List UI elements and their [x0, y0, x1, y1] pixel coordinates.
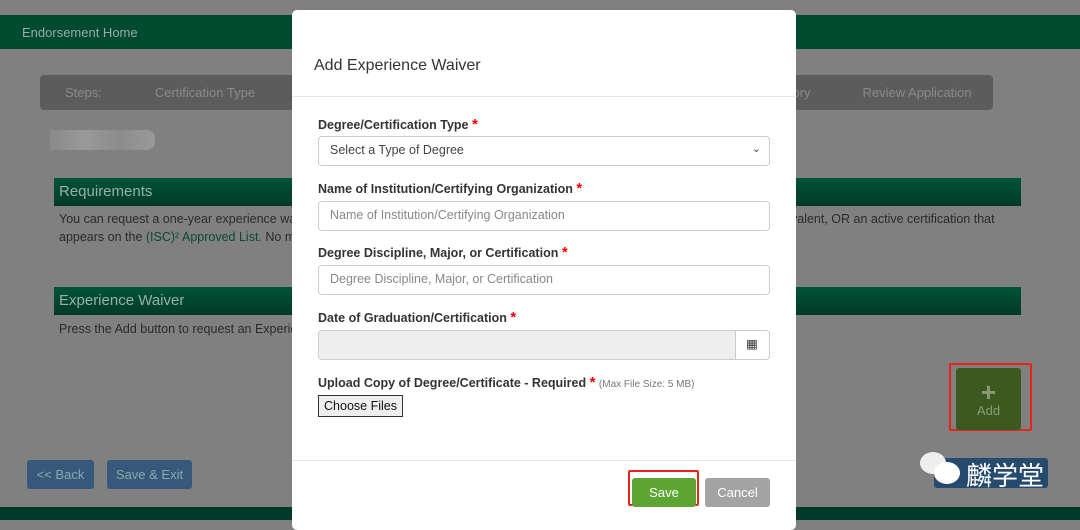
back-button[interactable]: << Back [27, 460, 94, 489]
save-exit-button[interactable]: Save & Exit [107, 460, 192, 489]
divider [292, 96, 796, 97]
step-review-application[interactable]: Review Application [811, 85, 997, 100]
degree-type-select[interactable]: Select a Type of Degree ⌄ [318, 136, 770, 166]
required-mark: * [589, 374, 596, 391]
label-text: Date of Graduation/Certification [318, 311, 507, 325]
label-text: Degree Discipline, Major, or Certificati… [318, 246, 559, 260]
required-mark: * [472, 116, 478, 133]
required-mark: * [510, 309, 517, 326]
add-button[interactable]: + Add [956, 368, 1021, 430]
add-label: Add [976, 402, 1001, 418]
field-label: Date of Graduation/Certification * [318, 309, 516, 326]
discipline-input[interactable]: Degree Discipline, Major, or Certificati… [318, 265, 770, 295]
cancel-button[interactable]: Cancel [705, 478, 770, 507]
field-label: Upload Copy of Degree/Certificate - Requ… [318, 374, 695, 391]
blurred-name [50, 130, 155, 150]
choose-files-button[interactable]: Choose Files [318, 395, 403, 417]
select-value: Select a Type of Degree [330, 143, 464, 157]
steps-label: Steps: [65, 85, 102, 100]
field-label: Degree Discipline, Major, or Certificati… [318, 244, 568, 261]
approved-list-link[interactable]: (ISC)² Approved List [146, 230, 259, 244]
add-experience-waiver-dialog: Add Experience Waiver Degree/Certificati… [292, 10, 796, 530]
file-size-note: (Max File Size: 5 MB) [598, 379, 695, 390]
institution-input[interactable]: Name of Institution/Certifying Organizat… [318, 201, 770, 231]
graduation-date-input[interactable] [318, 330, 736, 360]
label-text: Degree/Certification Type [318, 118, 469, 132]
label-text: Name of Institution/Certifying Organizat… [318, 182, 573, 196]
save-button[interactable]: Save [632, 478, 696, 507]
text: valent, OR an active certification that [791, 212, 995, 226]
required-mark: * [561, 244, 568, 261]
required-mark: * [576, 180, 583, 197]
plus-icon: + [980, 376, 997, 407]
watermark: 麟学堂 [920, 452, 1048, 491]
text: appears on the [59, 230, 146, 244]
dialog-title: Add Experience Waiver [314, 57, 481, 74]
watermark-text: 麟学堂 [966, 461, 1045, 491]
calendar-button[interactable]: ▦ [735, 330, 770, 360]
calendar-icon: ▦ [746, 337, 758, 351]
divider [292, 460, 796, 461]
label-text: Upload Copy of Degree/Certificate - Requ… [318, 376, 587, 390]
chevron-down-icon: ⌄ [751, 143, 761, 155]
text: You can request a one-year experience wa… [59, 212, 299, 226]
endorsement-home-link[interactable]: Endorsement Home [22, 25, 138, 40]
field-label: Degree/Certification Type * [318, 116, 478, 133]
step-certification-type[interactable]: Certification Type [127, 85, 280, 100]
field-label: Name of Institution/Certifying Organizat… [318, 180, 582, 197]
